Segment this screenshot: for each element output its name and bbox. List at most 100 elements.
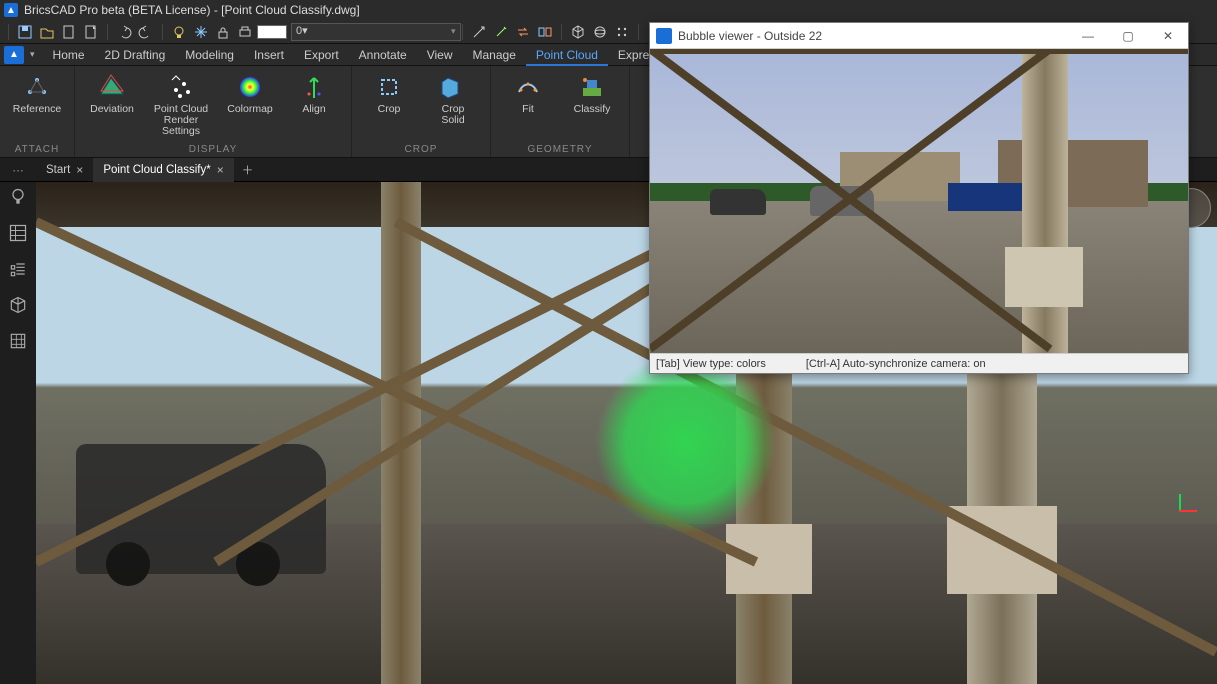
undo-icon[interactable] [114, 22, 134, 42]
close-icon[interactable]: × [76, 163, 83, 177]
render-settings-icon [166, 72, 196, 102]
tab-point-cloud[interactable]: Point Cloud [526, 44, 608, 66]
tab-modeling[interactable]: Modeling [175, 44, 244, 66]
bubble-status-bar: [Tab] View type: colors [Ctrl-A] Auto-sy… [650, 353, 1188, 373]
bubble-structure [650, 49, 950, 199]
minimize-button[interactable]: ― [1068, 23, 1108, 49]
tool-label: Classify [574, 104, 611, 115]
panel-title: DISPLAY [81, 142, 345, 155]
tool-label: Crop [378, 104, 401, 115]
app-window: ▲ BricsCAD Pro beta (BETA License) - [Po… [0, 0, 1217, 684]
print-icon[interactable] [235, 22, 255, 42]
bubble-title: Bubble viewer - Outside 22 [678, 29, 1068, 43]
tab-insert[interactable]: Insert [244, 44, 294, 66]
tool-colormap[interactable]: Colormap [219, 70, 281, 142]
open-icon[interactable] [37, 22, 57, 42]
layer-dropdown[interactable]: 0 [291, 23, 461, 41]
tool-a-icon[interactable] [469, 22, 489, 42]
layers-panel-icon[interactable] [7, 258, 29, 280]
deviation-icon [97, 72, 127, 102]
tool-label: CropSolid [441, 104, 464, 126]
tool-render-settings[interactable]: Point CloudRender Settings [145, 70, 217, 142]
new-icon[interactable] [59, 22, 79, 42]
crop-solid-icon [438, 72, 468, 102]
ribbon-panel-display: Deviation Point CloudRender Settings Color… [75, 66, 352, 157]
maximize-button[interactable]: ▢ [1108, 23, 1148, 49]
save-icon[interactable] [15, 22, 35, 42]
dots-icon[interactable] [612, 22, 632, 42]
title-bar: ▲ BricsCAD Pro beta (BETA License) - [Po… [0, 0, 1217, 20]
lock-icon[interactable] [213, 22, 233, 42]
redo-icon[interactable] [136, 22, 156, 42]
bubble-pillar-base [1005, 247, 1083, 307]
tab-home[interactable]: Home [43, 44, 95, 66]
close-button[interactable]: ✕ [1148, 23, 1188, 49]
close-icon[interactable]: × [217, 163, 224, 177]
bubble-viewer-window[interactable]: Bubble viewer - Outside 22 ― ▢ ✕ [Tab] V… [649, 22, 1189, 374]
wand-icon[interactable] [491, 22, 511, 42]
doc-tab-label: Start [46, 164, 70, 176]
layer-control: 0 ▾ [257, 23, 456, 41]
tool-label: Reference [13, 104, 61, 115]
bubble-title-bar[interactable]: Bubble viewer - Outside 22 ― ▢ ✕ [650, 23, 1188, 49]
app-title: BricsCAD Pro beta (BETA License) - [Poin… [24, 3, 360, 17]
doc-tab[interactable]: Start × [36, 158, 93, 182]
chevron-down-icon[interactable]: ▾ [30, 49, 35, 60]
tool-label: Point CloudRender Settings [147, 104, 215, 137]
panel-title: CROP [358, 142, 484, 155]
panel-title: ATTACH [6, 142, 68, 155]
freeze-icon[interactable] [191, 22, 211, 42]
app-logo-icon: ▲ [4, 3, 18, 17]
align-icon [299, 72, 329, 102]
ribbon-panel-geometry: Fit Classify GEOMETRY [491, 66, 630, 157]
tool-label: Fit [522, 104, 534, 115]
new-tab-button[interactable]: ＋ [234, 162, 262, 178]
layer-color-swatch[interactable] [257, 25, 287, 39]
tool-deviation[interactable]: Deviation [81, 70, 143, 142]
tool-classify[interactable]: Classify [561, 70, 623, 142]
spreadsheet-icon[interactable] [7, 330, 29, 352]
tool-reference[interactable]: Reference [6, 70, 68, 142]
panel-title: GEOMETRY [497, 142, 623, 155]
classify-icon [577, 72, 607, 102]
colormap-icon [235, 72, 265, 102]
bubble-status-viewtype: [Tab] View type: colors [656, 358, 766, 370]
convert-icon[interactable] [513, 22, 533, 42]
ucs-axis-icon [1167, 494, 1197, 524]
box-icon[interactable] [7, 294, 29, 316]
ribbon-panel-crop: Crop CropSolid CROP [352, 66, 491, 157]
doc-tab[interactable]: Point Cloud Classify* × [93, 158, 233, 182]
left-toolbar [0, 182, 36, 684]
tab-annotate[interactable]: Annotate [349, 44, 417, 66]
tool-crop-solid[interactable]: CropSolid [422, 70, 484, 142]
compare-icon[interactable] [535, 22, 555, 42]
tab-2d-drafting[interactable]: 2D Drafting [95, 44, 176, 66]
sphere-icon[interactable] [590, 22, 610, 42]
tool-align[interactable]: Align [283, 70, 345, 142]
crop-icon [374, 72, 404, 102]
tab-view[interactable]: View [417, 44, 463, 66]
app-menu-button[interactable]: ▲ [4, 46, 24, 64]
doc-tab-label: Point Cloud Classify* [103, 164, 210, 176]
fit-icon [513, 72, 543, 102]
new2-icon[interactable] [81, 22, 101, 42]
tool-label: Deviation [90, 104, 134, 115]
bubble-status-sync: [Ctrl-A] Auto-synchronize camera: on [806, 358, 986, 370]
panels-toggle-icon[interactable]: ⋯ [8, 158, 28, 182]
tool-label: Colormap [227, 104, 273, 115]
bubble-ground [650, 201, 1188, 353]
cube-icon[interactable] [568, 22, 588, 42]
bubble-app-icon [656, 28, 672, 44]
lightbulb-icon[interactable] [169, 22, 189, 42]
tab-manage[interactable]: Manage [463, 44, 526, 66]
reference-icon [22, 72, 52, 102]
layer-value: 0 [296, 25, 302, 37]
structure-icon[interactable] [7, 222, 29, 244]
bubble-viewport[interactable] [650, 49, 1188, 353]
ribbon-panel-attach: Reference ATTACH [0, 66, 75, 157]
tool-label: Align [302, 104, 325, 115]
tool-crop[interactable]: Crop [358, 70, 420, 142]
tab-export[interactable]: Export [294, 44, 349, 66]
tips-icon[interactable] [7, 186, 29, 208]
tool-fit[interactable]: Fit [497, 70, 559, 142]
